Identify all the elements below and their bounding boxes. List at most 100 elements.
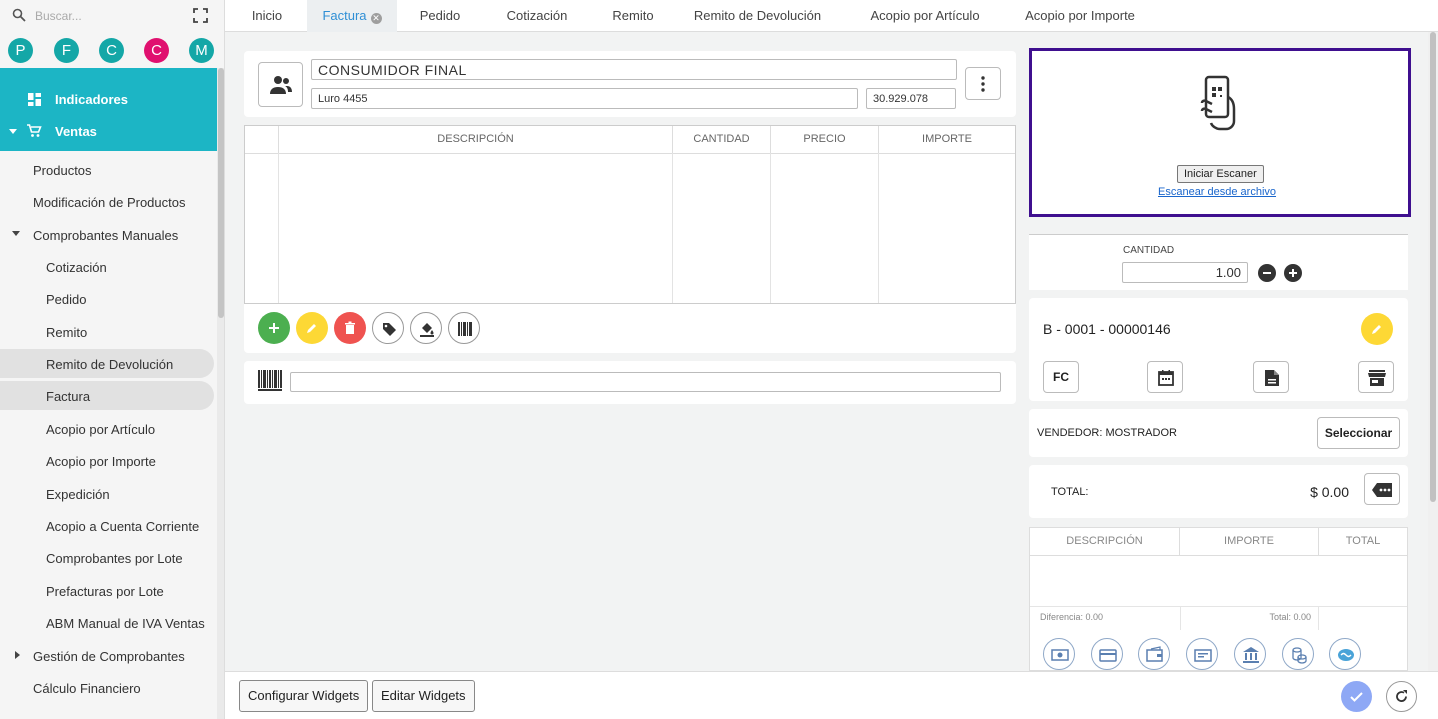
avatar[interactable]: C: [99, 38, 124, 63]
sidebar-item-remito-devolucion[interactable]: Remito de Devolución: [0, 349, 214, 378]
payment-cash-button[interactable]: [1043, 638, 1075, 670]
search-input[interactable]: Buscar...: [35, 9, 82, 23]
customer-address-field[interactable]: [311, 88, 858, 109]
document-type-button[interactable]: FC: [1043, 361, 1079, 393]
sidebar-item-gestion-comprobantes[interactable]: Gestión de Comprobantes: [0, 641, 214, 670]
sidebar-item-comprobantes-manuales[interactable]: Comprobantes Manuales: [0, 220, 214, 249]
barcode-icon: [458, 322, 472, 336]
avatar[interactable]: M: [189, 38, 214, 63]
quantity-increment-button[interactable]: [1284, 264, 1302, 282]
grid-column: [771, 153, 879, 303]
quantity-decrement-button[interactable]: [1258, 264, 1276, 282]
tag-item-button[interactable]: [372, 312, 404, 344]
payment-check-button[interactable]: [1138, 638, 1170, 670]
sidebar-item-factura[interactable]: Factura: [0, 381, 214, 410]
sidebar-item-label: Cálculo Financiero: [33, 681, 141, 696]
start-scanner-button[interactable]: Iniciar Escaner: [1177, 165, 1264, 183]
sidebar-item-label: Acopio a Cuenta Corriente: [46, 519, 200, 534]
sidebar-item-acopio-importe[interactable]: Acopio por Importe: [0, 446, 214, 475]
fill-item-button[interactable]: [410, 312, 442, 344]
customer-more-button[interactable]: [965, 67, 1001, 100]
confirm-button[interactable]: [1341, 681, 1372, 712]
avatar[interactable]: C: [144, 38, 169, 63]
quantity-input[interactable]: [1122, 262, 1248, 283]
sidebar-item-pedido[interactable]: Pedido: [0, 284, 214, 313]
edit-document-button[interactable]: [1361, 313, 1393, 345]
barcode-item-button[interactable]: [448, 312, 480, 344]
scan-from-file-link[interactable]: Escanear desde archivo: [1158, 186, 1276, 198]
grid-column: [245, 153, 279, 303]
grid-header-precio[interactable]: PRECIO: [771, 126, 879, 153]
sidebar-item-prefacturas-lote[interactable]: Prefacturas por Lote: [0, 576, 214, 605]
main-scrollbar[interactable]: [1428, 32, 1438, 671]
sidebar-item-abm-iva-ventas[interactable]: ABM Manual de IVA Ventas: [0, 608, 214, 637]
grid-divider: [1030, 555, 1407, 556]
tab-pedido[interactable]: Pedido: [409, 0, 471, 32]
tab-remito-devolucion[interactable]: Remito de Devolución: [690, 0, 825, 32]
sidebar-item-expedicion[interactable]: Expedición: [0, 479, 214, 508]
scrollbar-thumb[interactable]: [218, 68, 224, 318]
sidebar-item-acopio-articulo[interactable]: Acopio por Artículo: [0, 414, 214, 443]
grid-header-importe[interactable]: IMPORTE: [879, 126, 1015, 153]
tab-acopio-articulo[interactable]: Acopio por Artículo: [860, 0, 990, 32]
edit-widgets-button[interactable]: Editar Widgets: [372, 680, 475, 712]
sidebar-item-acopio-cuenta-corriente[interactable]: Acopio a Cuenta Corriente: [0, 511, 214, 540]
sidebar-item-modificacion-productos[interactable]: Modificación de Productos: [0, 187, 214, 216]
payments-header-importe[interactable]: IMPORTE: [1180, 528, 1319, 555]
customer-id-field[interactable]: [866, 88, 956, 109]
select-seller-button[interactable]: Seleccionar: [1317, 417, 1400, 449]
quantity-label: CANTIDAD: [1123, 245, 1175, 256]
avatar[interactable]: F: [54, 38, 79, 63]
grid-header-cantidad[interactable]: CANTIDAD: [673, 126, 771, 153]
seller-card: VENDEDOR: MOSTRADOR Seleccionar: [1029, 409, 1408, 457]
customer-select-button[interactable]: [258, 62, 303, 107]
document-number: B - 0001 - 00000146: [1043, 321, 1171, 337]
delete-item-button[interactable]: [334, 312, 366, 344]
tab-label: Cotización: [506, 8, 568, 23]
payment-card-button[interactable]: [1091, 638, 1123, 670]
total-options-button[interactable]: [1364, 473, 1400, 505]
tab-remito[interactable]: Remito: [601, 0, 665, 32]
close-icon[interactable]: ✕: [370, 13, 382, 24]
sidebar-scrollbar[interactable]: [217, 68, 224, 719]
barcode-input[interactable]: [290, 372, 1001, 392]
refresh-button[interactable]: [1386, 681, 1417, 712]
dashboard-icon: [28, 93, 41, 106]
document-store-button[interactable]: [1358, 361, 1394, 393]
sidebar-item-remito[interactable]: Remito: [0, 317, 214, 346]
avatar[interactable]: P: [8, 38, 33, 63]
sidebar-search[interactable]: Buscar...: [0, 0, 217, 32]
tab-label: Remito: [612, 8, 654, 23]
tab-factura[interactable]: Factura ✕: [307, 0, 397, 32]
edit-item-button[interactable]: [296, 312, 328, 344]
scrollbar-thumb[interactable]: [1430, 32, 1436, 502]
sidebar-item-productos[interactable]: Productos: [0, 155, 214, 184]
payment-coins-button[interactable]: [1282, 638, 1314, 670]
tab-label: Acopio por Artículo: [870, 8, 980, 23]
payment-mercadopago-button[interactable]: [1329, 638, 1361, 670]
document-date-button[interactable]: [1147, 361, 1183, 393]
add-item-button[interactable]: [258, 312, 290, 344]
grid-column: [279, 153, 673, 303]
handshake-icon: [1338, 649, 1354, 661]
calendar-icon: [1158, 370, 1174, 386]
configure-widgets-button[interactable]: Configurar Widgets: [239, 680, 369, 712]
sidebar-item-cotizacion[interactable]: Cotización: [0, 252, 214, 281]
customer-name-field[interactable]: [311, 59, 957, 80]
payments-header-total[interactable]: TOTAL: [1319, 528, 1407, 555]
fullscreen-icon[interactable]: [193, 8, 208, 23]
barcode-card: [244, 361, 1016, 404]
sidebar-item-ventas[interactable]: Ventas: [0, 116, 217, 146]
payment-voucher-button[interactable]: [1186, 638, 1218, 670]
tab-cotizacion[interactable]: Cotización: [495, 0, 579, 32]
grid-header-descripcion[interactable]: DESCRIPCIÓN: [279, 126, 673, 153]
tab-acopio-importe[interactable]: Acopio por Importe: [1015, 0, 1145, 32]
sidebar-item-comprobantes-lote[interactable]: Comprobantes por Lote: [0, 543, 214, 572]
document-details-button[interactable]: [1253, 361, 1289, 393]
payment-bank-button[interactable]: [1234, 638, 1266, 670]
sidebar-item-label: Gestión de Comprobantes: [33, 649, 185, 664]
tab-inicio[interactable]: Inicio: [239, 0, 295, 32]
sidebar-item-calculo-financiero[interactable]: Cálculo Financiero: [0, 673, 214, 702]
payments-header-descripcion[interactable]: DESCRIPCIÓN: [1030, 528, 1180, 555]
sidebar-item-indicadores[interactable]: Indicadores: [0, 84, 217, 114]
